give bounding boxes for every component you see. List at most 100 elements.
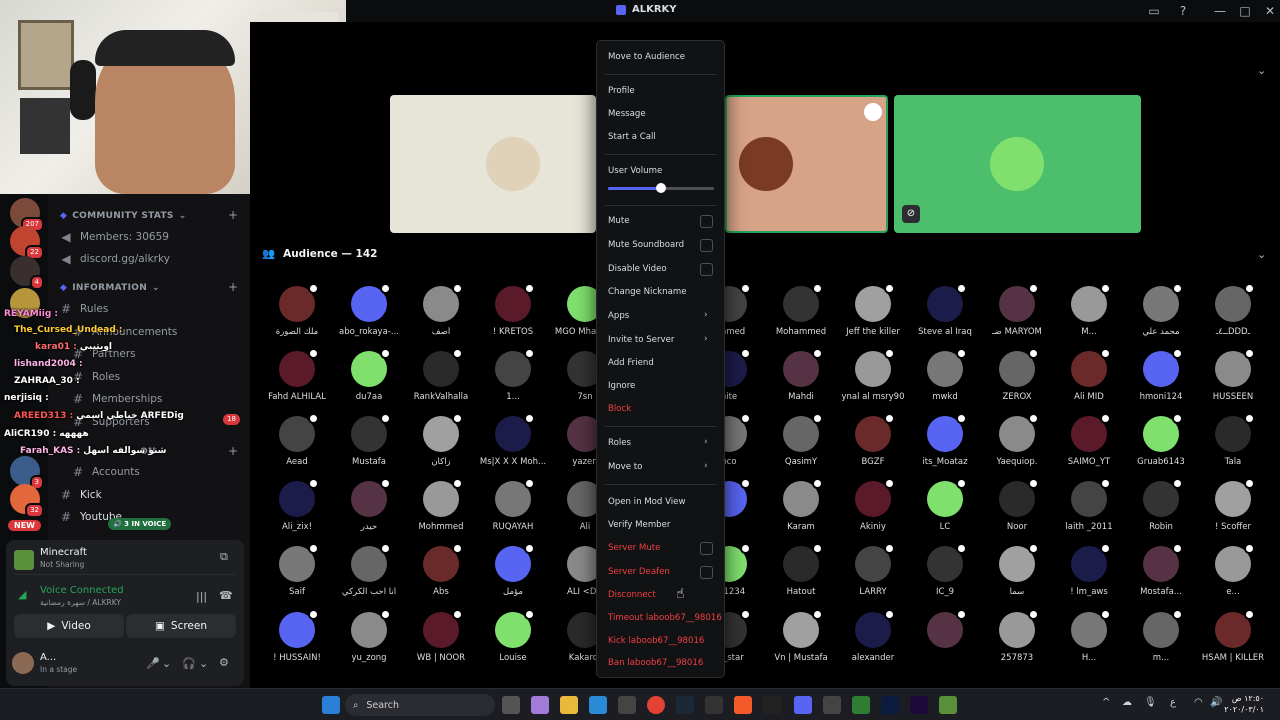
chevron-down-icon[interactable]: ⌄ — [199, 657, 208, 670]
speaker-tile[interactable] — [390, 95, 596, 233]
audience-member[interactable]: H... — [1053, 609, 1125, 676]
brave-icon[interactable] — [734, 696, 752, 714]
audience-member[interactable]: Jeff the killer — [837, 283, 909, 350]
audience-member[interactable]: Ms|X X X Moh... — [477, 413, 549, 480]
add-channel-icon[interactable]: + — [228, 280, 238, 294]
audience-member[interactable]: Mahdi — [765, 348, 837, 415]
audience-member[interactable]: Ali_zix! — [261, 478, 333, 545]
speaker-tile[interactable] — [725, 95, 888, 233]
category-community-stats[interactable]: ◆ COMMUNITY STATS ⌄ — [60, 211, 187, 221]
audience-member[interactable]: ضـ MARYOM — [981, 283, 1053, 350]
audience-member[interactable]: Hatout — [765, 543, 837, 610]
premiere-icon[interactable] — [910, 696, 928, 714]
audience-member[interactable]: Yaequiop. — [981, 413, 1053, 480]
audience-member[interactable]: أصف — [405, 283, 477, 350]
menu-disconnect[interactable]: Disconnect — [608, 590, 656, 600]
menu-message[interactable]: Message — [608, 109, 646, 119]
audience-member[interactable]: mwkd — [909, 348, 981, 415]
server-icon[interactable]: 4 — [10, 256, 44, 290]
server-deafen-checkbox[interactable] — [700, 566, 713, 579]
audience-member[interactable]: Mostafa... — [1125, 543, 1197, 610]
audience-member[interactable]: ! lm_aws — [1053, 543, 1125, 610]
menu-mute[interactable]: Mute — [608, 216, 630, 226]
audience-member[interactable]: ــ٤ـDDDـ — [1197, 283, 1269, 350]
audience-member[interactable]: HUSSEEN — [1197, 348, 1269, 415]
audience-header[interactable]: 👥 Audience — 142 — [262, 247, 377, 261]
menu-start-call[interactable]: Start a Call — [608, 132, 656, 142]
discord-icon[interactable] — [794, 696, 812, 714]
inbox-icon[interactable]: ▭ — [1146, 3, 1162, 19]
audience-member[interactable]: زاكان — [405, 413, 477, 480]
audience-member[interactable]: e... — [1197, 543, 1269, 610]
capcut-icon[interactable] — [763, 696, 781, 714]
audience-member[interactable]: Aead — [261, 413, 333, 480]
taskbar-search[interactable]: ⌕ Search — [345, 694, 495, 716]
app-icon[interactable] — [852, 696, 870, 714]
audience-member[interactable]: RankValhalla — [405, 348, 477, 415]
audience-member[interactable]: Akiniy — [837, 478, 909, 545]
menu-roles[interactable]: Roles — [608, 438, 631, 448]
menu-ban[interactable]: Ban laboob67__98016 — [608, 658, 703, 668]
edge-icon[interactable] — [589, 696, 607, 714]
menu-move-to[interactable]: Move to — [608, 462, 642, 472]
menu-add-friend[interactable]: Add Friend — [608, 358, 654, 368]
menu-verify-member[interactable]: Verify Member — [608, 520, 670, 530]
audience-member[interactable]: سما — [981, 543, 1053, 610]
menu-open-mod-view[interactable]: Open in Mod View — [608, 497, 686, 507]
add-channel-icon[interactable]: + — [228, 208, 238, 222]
channel-kick[interactable]: # Kick — [60, 488, 102, 502]
audience-member[interactable]: Robin — [1125, 478, 1197, 545]
audience-member[interactable]: SAIMO_YT — [1053, 413, 1125, 480]
audience-member[interactable]: hmoni124 — [1125, 348, 1197, 415]
menu-move-to-audience[interactable]: Move to Audience — [608, 52, 685, 62]
disable-video-checkbox[interactable] — [700, 263, 713, 276]
audience-member[interactable]: Mustafa — [333, 413, 405, 480]
audience-member[interactable]: WB | NOOR — [405, 609, 477, 676]
audience-member[interactable]: مؤمل — [477, 543, 549, 610]
wifi-icon[interactable]: ◠ — [1194, 697, 1203, 708]
speaker-tile[interactable]: ⊘ — [894, 95, 1141, 233]
audience-member[interactable]: IC_9 — [909, 543, 981, 610]
microphone-tray-icon[interactable]: 🎙 — [1144, 697, 1157, 708]
signal-icon[interactable]: ◢ — [18, 588, 26, 601]
mute-soundboard-checkbox[interactable] — [700, 239, 713, 252]
windows-start-icon[interactable] — [322, 696, 340, 714]
audience-member[interactable]: Tala — [1197, 413, 1269, 480]
chrome-icon[interactable] — [647, 696, 665, 714]
microphone-icon[interactable]: 🎤 — [146, 657, 160, 670]
channel-members[interactable]: ◀ Members: 30659 — [60, 230, 169, 244]
menu-block[interactable]: Block — [608, 404, 631, 414]
server-icon[interactable]: 3 — [10, 456, 44, 490]
audience-member[interactable]: LARRY — [837, 543, 909, 610]
audience-member[interactable]: BGZF — [837, 413, 909, 480]
slider-handle[interactable] — [656, 183, 666, 193]
screen-button[interactable]: ▣ Screen — [126, 614, 236, 638]
chevron-down-icon[interactable]: ⌄ — [1257, 248, 1266, 261]
audience-member[interactable]: alexander — [837, 609, 909, 676]
username[interactable]: A... — [40, 652, 56, 663]
minecraft-taskbar-icon[interactable] — [939, 696, 957, 714]
menu-invite-to-server[interactable]: Invite to Server — [608, 335, 674, 345]
audience-member[interactable]: ynal al msry90 — [837, 348, 909, 415]
server-icon[interactable]: 22 — [10, 226, 44, 260]
avatar[interactable] — [12, 652, 34, 674]
audience-member[interactable]: Vn | Mustafa — [765, 609, 837, 676]
channel-invite[interactable]: ◀ discord.gg/alkrky — [60, 252, 170, 266]
steam-icon[interactable] — [676, 696, 694, 714]
cloud-icon[interactable]: ☁ — [1122, 697, 1132, 708]
audience-member[interactable]: RUQAYAH — [477, 478, 549, 545]
maximize-icon[interactable]: □ — [1237, 3, 1253, 19]
close-icon[interactable]: ✕ — [1262, 3, 1278, 19]
menu-server-mute[interactable]: Server Mute — [608, 543, 660, 553]
settings-icon[interactable] — [705, 696, 723, 714]
menu-kick[interactable]: Kick laboob67__98016 — [608, 636, 704, 646]
screen-share-icon[interactable]: ⧉ — [220, 550, 228, 564]
video-button[interactable]: ▶ Video — [14, 614, 124, 638]
audience-member[interactable]: laith _2011 — [1053, 478, 1125, 545]
audience-member[interactable]: Mohmmed — [405, 478, 477, 545]
taskbar-clock[interactable]: ١٢:٥٠ ص ٢٠٢٠/٠٣/٠١ — [1224, 693, 1264, 715]
audience-member[interactable]: 257873 — [981, 609, 1053, 676]
audience-member[interactable]: abo_rokaya-... — [333, 283, 405, 350]
audience-member[interactable]: ! KRETOS — [477, 283, 549, 350]
server-icon[interactable]: 32 — [10, 484, 44, 518]
